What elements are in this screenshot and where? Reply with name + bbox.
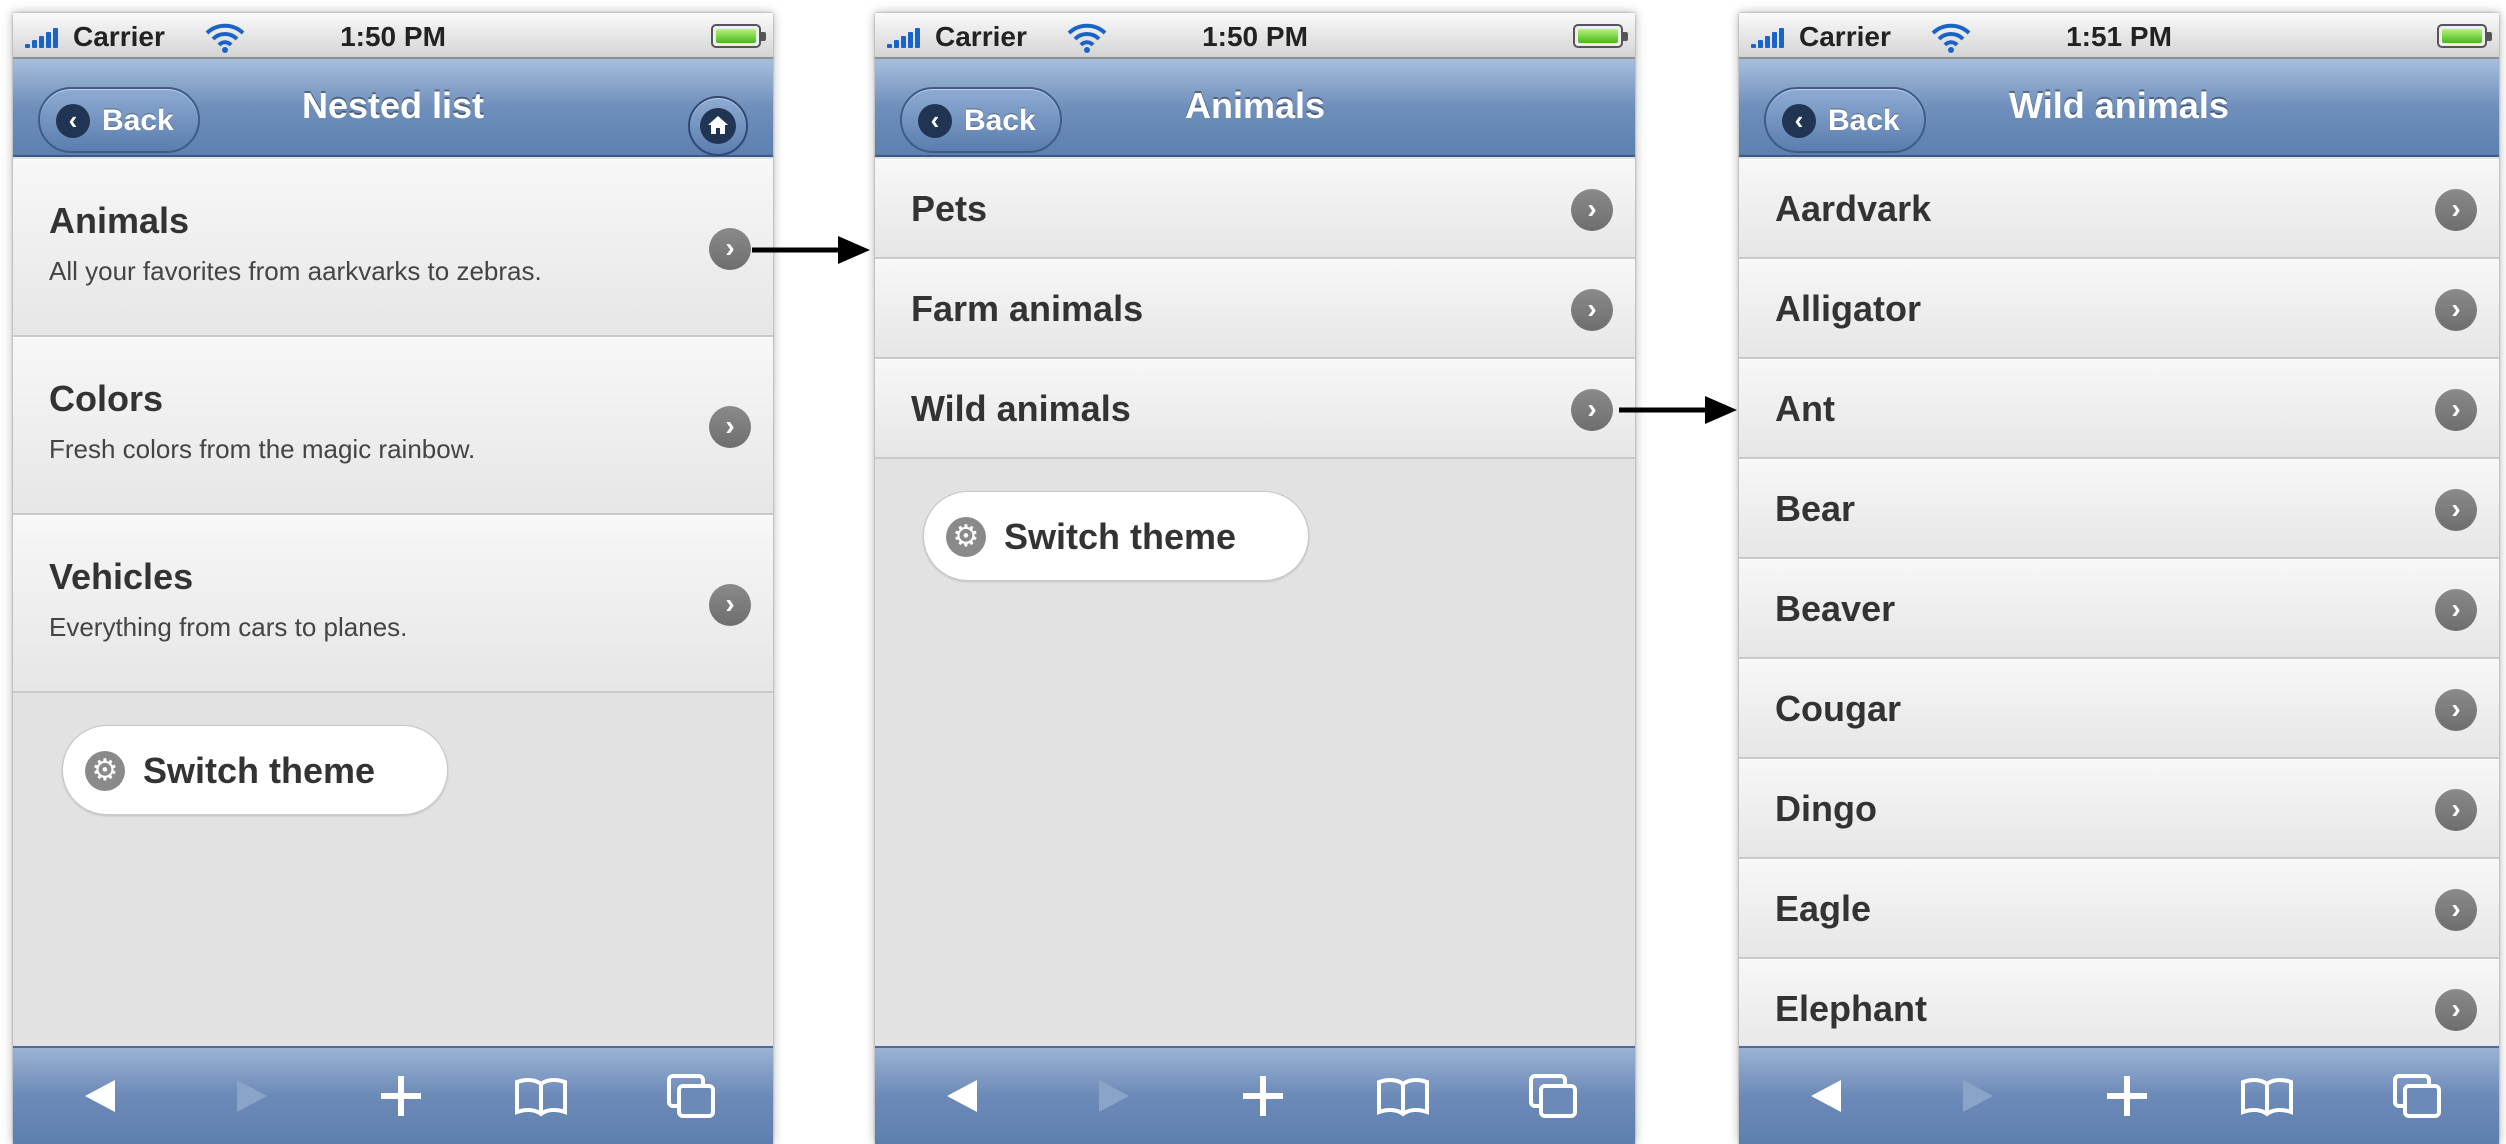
screen-wild-animals: Carrier 1:51 PM ‹ Back Wild animals Aard… — [1739, 13, 2499, 1144]
navigation-bar: ‹ Back Wild animals — [1739, 59, 2499, 157]
chevron-right-icon: › — [2435, 389, 2477, 431]
browser-toolbar — [13, 1046, 773, 1144]
list-item-wild-animals[interactable]: Wild animals › — [875, 359, 1635, 459]
list-item-description: All your favorites from aarkvarks to zeb… — [49, 256, 542, 286]
list-item-pets[interactable]: Pets › — [875, 159, 1635, 259]
list-item-bear[interactable]: Bear › — [1739, 459, 2499, 559]
list-item-cougar[interactable]: Cougar › — [1739, 659, 2499, 759]
back-arrow-icon[interactable] — [1797, 1066, 1857, 1126]
list-item-title: Alligator — [1775, 288, 1922, 329]
chevron-right-icon: › — [1571, 189, 1613, 231]
status-bar: Carrier 1:50 PM — [13, 13, 773, 59]
battery-icon — [711, 24, 766, 48]
list-item-title: Colors — [49, 378, 164, 419]
plus-icon[interactable] — [1233, 1066, 1293, 1126]
plus-icon[interactable] — [371, 1066, 431, 1126]
back-arrow-icon[interactable] — [933, 1066, 993, 1126]
list-item-title: Aardvark — [1775, 188, 1932, 229]
chevron-right-icon: › — [2435, 989, 2477, 1031]
browser-toolbar — [1739, 1046, 2499, 1144]
list-item-description: Everything from cars to planes. — [49, 612, 408, 642]
forward-arrow-icon[interactable] — [1083, 1066, 1143, 1126]
bookmarks-icon[interactable] — [1373, 1066, 1433, 1126]
chevron-right-icon: › — [2435, 489, 2477, 531]
chevron-right-icon: › — [2435, 589, 2477, 631]
page-title: Wild animals — [2009, 85, 2229, 126]
list-item-title: Bear — [1775, 488, 1856, 529]
status-time: 1:51 PM — [2066, 21, 2172, 52]
pages-icon[interactable] — [661, 1066, 721, 1126]
home-icon — [700, 108, 736, 144]
back-arrow-icon[interactable] — [71, 1066, 131, 1126]
gear-icon: ⚙ — [946, 517, 986, 557]
flow-arrow-icon — [1619, 396, 1737, 424]
nested-list: Animals All your favorites from aarkvark… — [13, 159, 773, 693]
bookmarks-icon[interactable] — [511, 1066, 571, 1126]
pages-icon[interactable] — [1523, 1066, 1583, 1126]
list-item-elephant[interactable]: Elephant › — [1739, 959, 2499, 1059]
list-item-title: Farm animals — [911, 288, 1144, 329]
chevron-right-icon: › — [709, 406, 751, 448]
page-title: Animals — [1184, 85, 1326, 126]
browser-toolbar — [875, 1046, 1635, 1144]
switch-theme-button[interactable]: ⚙ Switch theme — [62, 725, 448, 815]
screen-nested-list: Carrier 1:50 PM ‹ Back Nested list Anima… — [13, 13, 773, 1144]
wild-animals-list: Aardvark › Alligator › Ant › Bear › Beav… — [1739, 159, 2499, 1059]
home-button[interactable] — [688, 96, 748, 156]
switch-theme-button[interactable]: ⚙ Switch theme — [923, 491, 1309, 581]
chevron-right-icon: › — [709, 228, 751, 270]
list-item-animals[interactable]: Animals All your favorites from aarkvark… — [13, 159, 773, 337]
animals-list: Pets › Farm animals › Wild animals › — [875, 159, 1635, 459]
page-title: Nested list — [301, 85, 485, 126]
chevron-right-icon: › — [2435, 189, 2477, 231]
chevron-right-icon: › — [709, 584, 751, 626]
list-item-dingo[interactable]: Dingo › — [1739, 759, 2499, 859]
battery-icon — [1573, 24, 1628, 48]
pages-icon[interactable] — [2387, 1066, 2447, 1126]
navigation-bar: ‹ Back Animals — [875, 59, 1635, 157]
list-item-beaver[interactable]: Beaver › — [1739, 559, 2499, 659]
list-item-title: Eagle — [1775, 888, 1872, 929]
status-time: 1:50 PM — [1202, 21, 1308, 52]
list-item-colors[interactable]: Colors Fresh colors from the magic rainb… — [13, 337, 773, 515]
list-item-farm-animals[interactable]: Farm animals › — [875, 259, 1635, 359]
gear-icon: ⚙ — [85, 751, 125, 791]
list-item-vehicles[interactable]: Vehicles Everything from cars to planes.… — [13, 515, 773, 693]
chevron-right-icon: › — [1571, 389, 1613, 431]
switch-theme-label: Switch theme — [1004, 516, 1237, 557]
plus-icon[interactable] — [2097, 1066, 2157, 1126]
bookmarks-icon[interactable] — [2237, 1066, 2297, 1126]
list-item-title: Beaver — [1775, 588, 1896, 629]
list-item-alligator[interactable]: Alligator › — [1739, 259, 2499, 359]
flow-arrow-icon — [752, 236, 870, 264]
chevron-right-icon: › — [2435, 889, 2477, 931]
list-item-title: Animals — [49, 200, 190, 241]
list-item-title: Vehicles — [49, 556, 194, 597]
status-time: 1:50 PM — [340, 21, 446, 52]
list-item-title: Cougar — [1775, 688, 1901, 729]
battery-icon — [2437, 24, 2492, 48]
list-item-title: Elephant — [1775, 988, 1928, 1029]
chevron-right-icon: › — [1571, 289, 1613, 331]
list-item-ant[interactable]: Ant › — [1739, 359, 2499, 459]
list-item-title: Pets — [911, 188, 988, 229]
list-item-aardvark[interactable]: Aardvark › — [1739, 159, 2499, 259]
chevron-right-icon: › — [2435, 289, 2477, 331]
list-item-title: Dingo — [1775, 788, 1877, 829]
navigation-bar: ‹ Back Nested list — [13, 59, 773, 157]
chevron-right-icon: › — [2435, 689, 2477, 731]
status-bar: Carrier 1:50 PM — [875, 13, 1635, 59]
forward-arrow-icon[interactable] — [1947, 1066, 2007, 1126]
screen-animals: Carrier 1:50 PM ‹ Back Animals Pets › Fa… — [875, 13, 1635, 1144]
switch-theme-label: Switch theme — [143, 750, 376, 791]
chevron-right-icon: › — [2435, 789, 2477, 831]
list-item-description: Fresh colors from the magic rainbow. — [49, 434, 476, 464]
status-bar: Carrier 1:51 PM — [1739, 13, 2499, 59]
list-item-title: Wild animals — [911, 388, 1131, 429]
list-item-title: Ant — [1775, 388, 1835, 429]
list-item-eagle[interactable]: Eagle › — [1739, 859, 2499, 959]
forward-arrow-icon[interactable] — [221, 1066, 281, 1126]
